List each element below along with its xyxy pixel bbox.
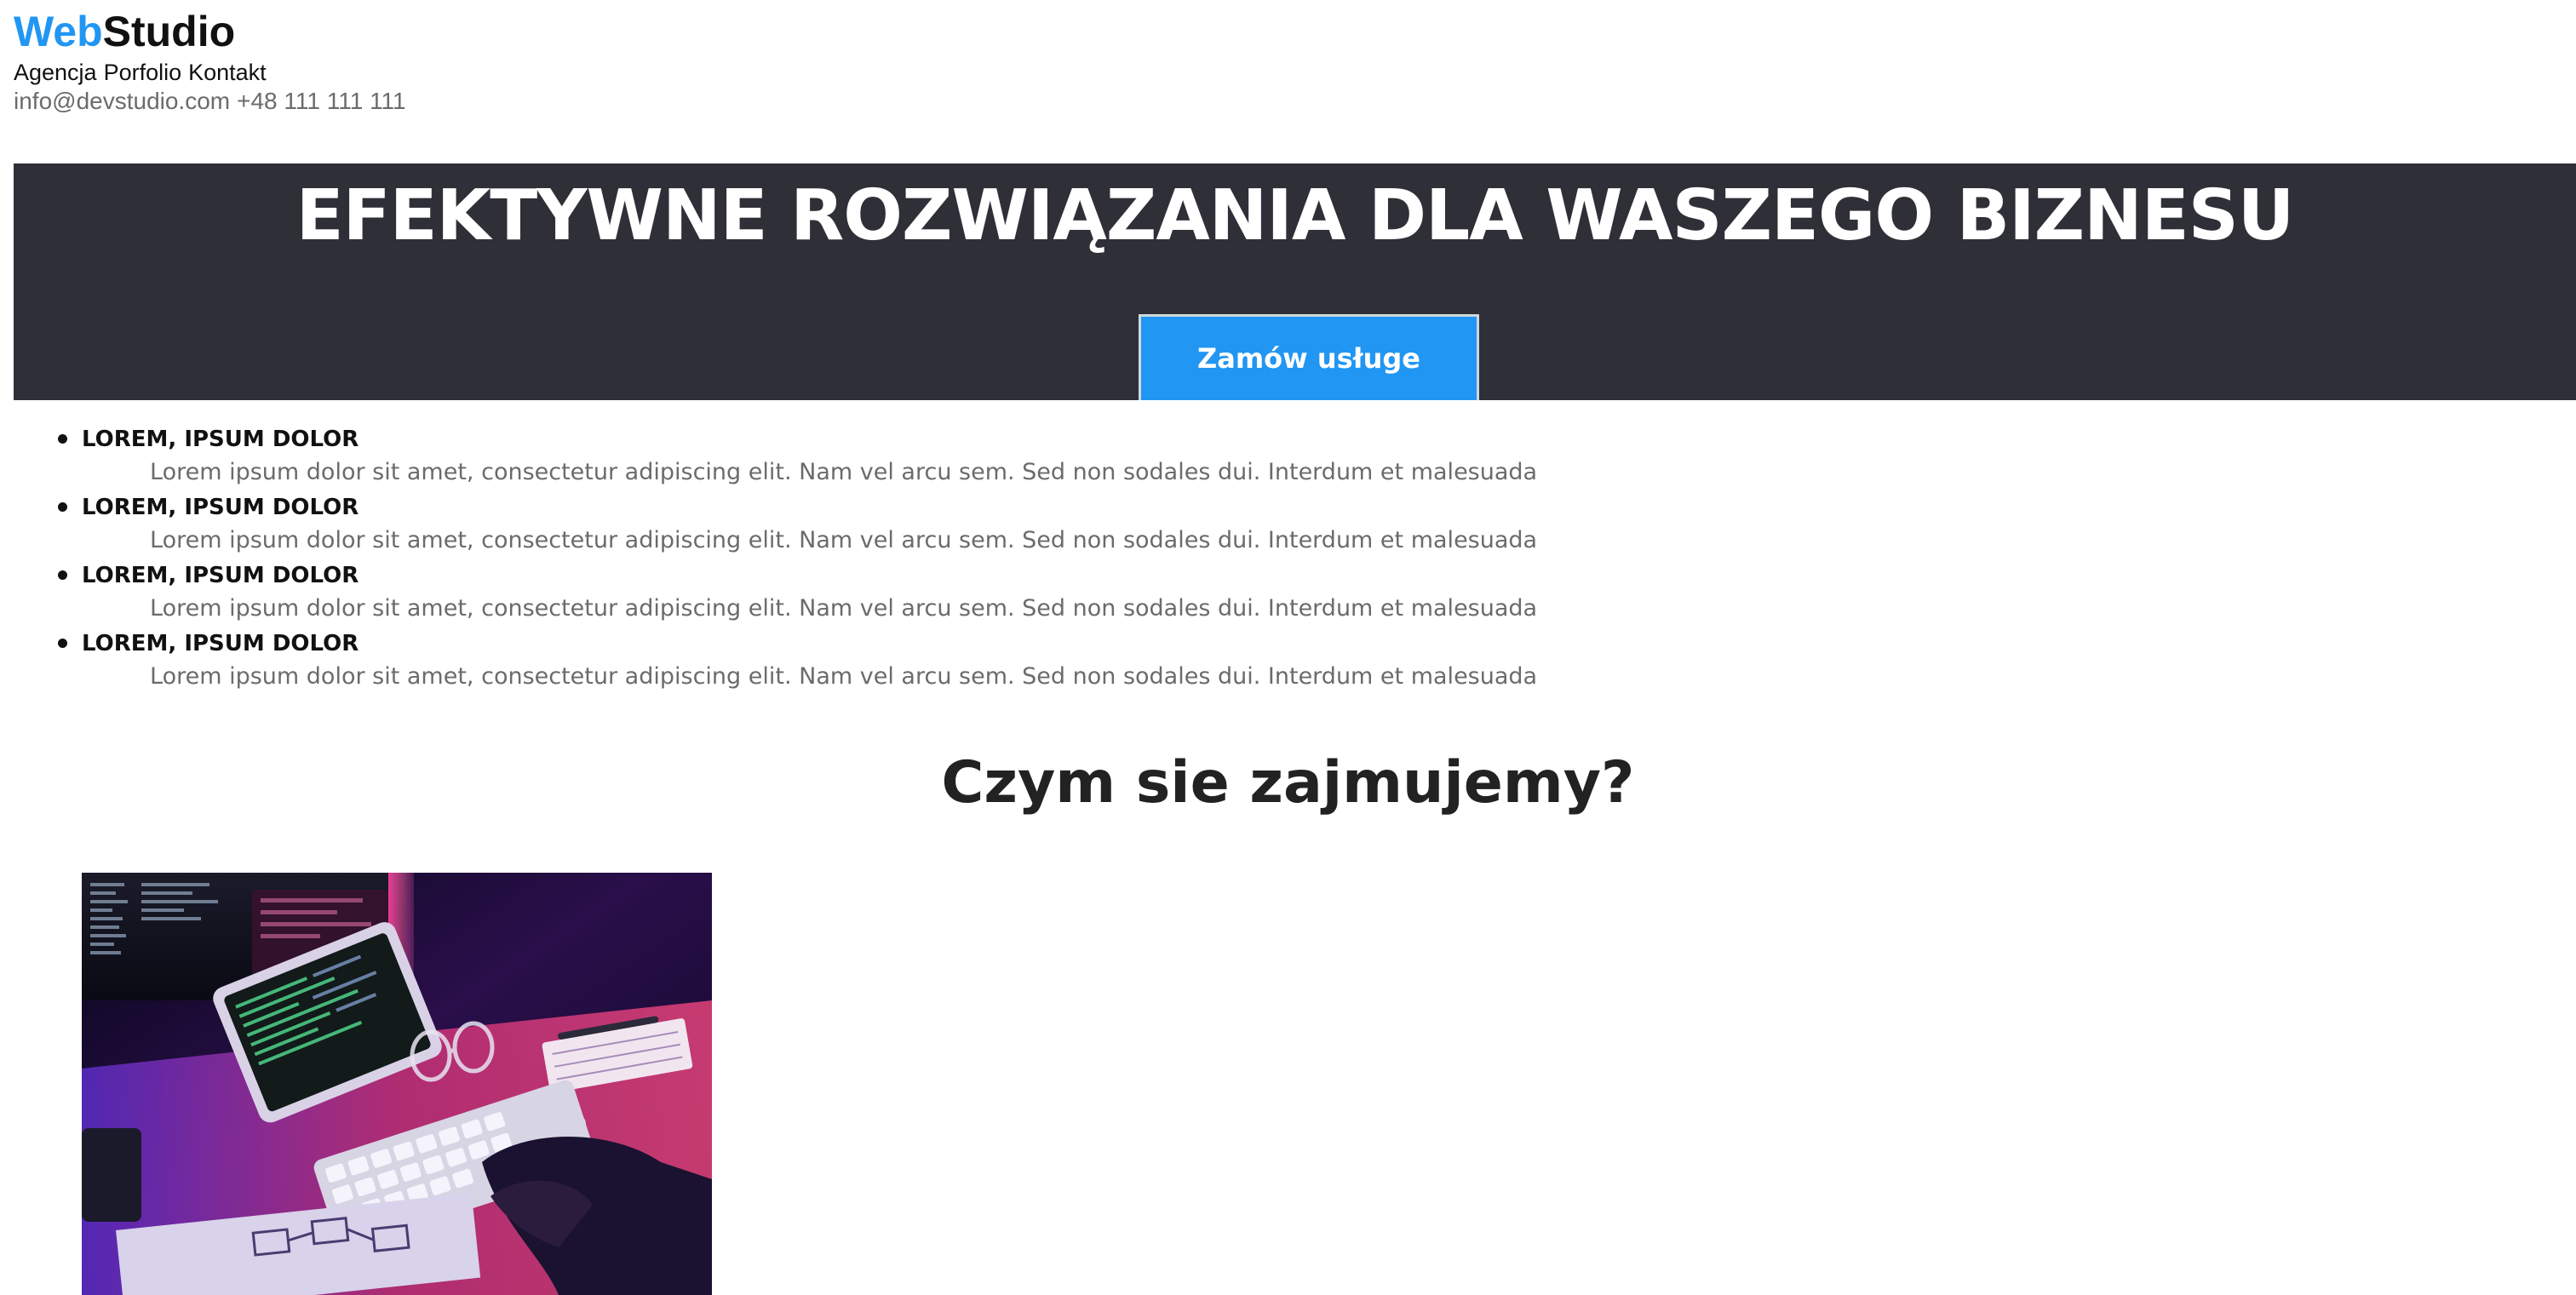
feature-title: LOREM, IPSUM DOLOR bbox=[82, 495, 359, 520]
list-item: LOREM, IPSUM DOLOR Lorem ipsum dolor sit… bbox=[55, 424, 1537, 492]
hero-title: EFEKTYWNE ROZWIĄZANIA DLA WASZEGO BIZNES… bbox=[295, 175, 2295, 256]
service-image bbox=[82, 873, 712, 1295]
services-section-title: Czym sie zajmujemy? bbox=[941, 749, 1635, 817]
list-item: LOREM, IPSUM DOLOR Lorem ipsum dolor sit… bbox=[55, 492, 1537, 560]
feature-description: Lorem ipsum dolor sit amet, consectetur … bbox=[150, 663, 1538, 690]
contact-phone-link[interactable]: +48 111 111 111 bbox=[237, 87, 406, 116]
list-item: LOREM, IPSUM DOLOR Lorem ipsum dolor sit… bbox=[55, 560, 1537, 628]
main-nav: Agencja Porfolio Kontakt bbox=[14, 58, 406, 87]
feature-description: Lorem ipsum dolor sit amet, consectetur … bbox=[150, 527, 1538, 553]
nav-item-agencja[interactable]: Agencja bbox=[14, 58, 97, 87]
logo-studio-text: Studio bbox=[102, 8, 236, 55]
order-service-button[interactable]: Zamów usługe bbox=[1139, 314, 1479, 400]
feature-description: Lorem ipsum dolor sit amet, consectetur … bbox=[150, 595, 1538, 622]
contact-info: info@devstudio.com +48 111 111 111 bbox=[14, 87, 406, 116]
features-list: LOREM, IPSUM DOLOR Lorem ipsum dolor sit… bbox=[55, 424, 1537, 696]
workstation-illustration bbox=[82, 873, 712, 1295]
nav-item-portfolio[interactable]: Porfolio bbox=[104, 58, 182, 87]
site-header: WebStudio Agencja Porfolio Kontakt info@… bbox=[14, 5, 406, 116]
feature-title: LOREM, IPSUM DOLOR bbox=[82, 427, 359, 452]
site-logo[interactable]: WebStudio bbox=[14, 5, 406, 58]
feature-title: LOREM, IPSUM DOLOR bbox=[82, 631, 359, 656]
contact-email-link[interactable]: info@devstudio.com bbox=[14, 87, 230, 116]
hero-section: EFEKTYWNE ROZWIĄZANIA DLA WASZEGO BIZNES… bbox=[14, 163, 2576, 400]
feature-title: LOREM, IPSUM DOLOR bbox=[82, 563, 359, 588]
logo-web-text: Web bbox=[14, 8, 103, 55]
nav-item-kontakt[interactable]: Kontakt bbox=[188, 58, 267, 87]
feature-description: Lorem ipsum dolor sit amet, consectetur … bbox=[150, 459, 1538, 485]
list-item: LOREM, IPSUM DOLOR Lorem ipsum dolor sit… bbox=[55, 628, 1537, 696]
